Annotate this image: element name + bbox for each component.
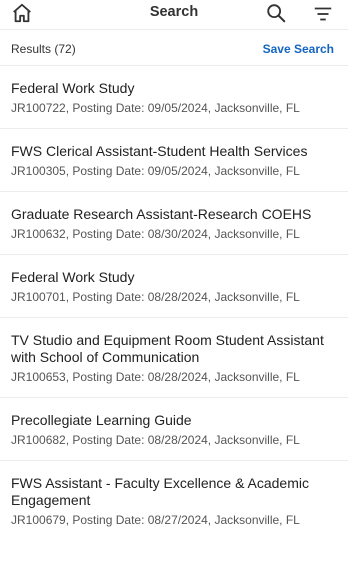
page-title: Search bbox=[149, 4, 199, 20]
save-search-button[interactable]: Save Search bbox=[263, 42, 334, 56]
list-item[interactable]: Federal Work Study JR100701, Posting Dat… bbox=[0, 255, 348, 318]
job-title: Federal Work Study bbox=[11, 80, 135, 96]
list-item[interactable]: FWS Clerical Assistant-Student Health Se… bbox=[0, 129, 348, 192]
job-meta: JR100682, Posting Date: 08/28/2024, Jack… bbox=[11, 433, 300, 447]
job-title: TV Studio and Equipment Room Student Ass… bbox=[11, 332, 324, 365]
job-title: FWS Assistant - Faculty Excellence & Aca… bbox=[11, 475, 309, 508]
list-item[interactable]: Federal Work Study JR100722, Posting Dat… bbox=[0, 66, 348, 129]
search-icon[interactable] bbox=[265, 2, 287, 24]
job-meta: JR100679, Posting Date: 08/27/2024, Jack… bbox=[11, 513, 300, 527]
results-bar: Results (72) Save Search bbox=[0, 30, 348, 66]
filter-icon[interactable] bbox=[312, 3, 334, 25]
list-item[interactable]: FWS Assistant - Faculty Excellence & Aca… bbox=[0, 461, 348, 540]
results-count: Results (72) bbox=[11, 42, 76, 56]
job-meta: JR100701, Posting Date: 08/28/2024, Jack… bbox=[11, 290, 300, 304]
top-app-bar: Search bbox=[0, 0, 348, 30]
job-meta: JR100722, Posting Date: 09/05/2024, Jack… bbox=[11, 101, 300, 115]
job-results-list: Federal Work Study JR100722, Posting Dat… bbox=[0, 66, 348, 540]
job-title: FWS Clerical Assistant-Student Health Se… bbox=[11, 143, 308, 159]
list-item[interactable]: Graduate Research Assistant-Research COE… bbox=[0, 192, 348, 255]
list-item[interactable]: Precollegiate Learning Guide JR100682, P… bbox=[0, 398, 348, 461]
job-title: Precollegiate Learning Guide bbox=[11, 412, 192, 428]
list-item[interactable]: TV Studio and Equipment Room Student Ass… bbox=[0, 318, 348, 398]
job-title: Graduate Research Assistant-Research COE… bbox=[11, 206, 312, 222]
job-meta: JR100305, Posting Date: 09/05/2024, Jack… bbox=[11, 164, 300, 178]
job-meta: JR100653, Posting Date: 08/28/2024, Jack… bbox=[11, 370, 300, 384]
job-title: Federal Work Study bbox=[11, 269, 135, 285]
job-meta: JR100632, Posting Date: 08/30/2024, Jack… bbox=[11, 227, 300, 241]
